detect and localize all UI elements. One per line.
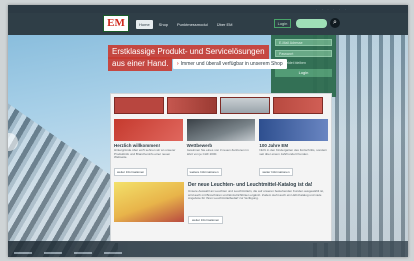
chevron-right-icon: › [177, 61, 179, 67]
catalog-image[interactable] [114, 182, 184, 222]
card-text: Nicht in den Kindergarten des Fortschrit… [259, 149, 328, 156]
catalog-description: Unsere Auswahl an Leuchten und Leuchtmit… [188, 190, 324, 201]
thumbnail[interactable] [220, 97, 270, 114]
card-more-button[interactable]: weiter Informationen [114, 168, 148, 176]
main-content: Herzlich willkommen! Hintergründe über e… [110, 93, 332, 243]
card-image[interactable] [114, 119, 183, 141]
card-more-button[interactable]: weiter Informationen [259, 168, 293, 176]
thumbnail[interactable] [273, 97, 323, 114]
browser-page: · · · · · · EM Home Shop Punktmessmodul … [8, 5, 408, 257]
password-field[interactable]: Passwort [275, 50, 332, 57]
search-icon[interactable]: ⌕ [330, 18, 340, 28]
hero-shop-button[interactable]: › Immer und überall verfügbar in unserem … [173, 59, 287, 69]
catalog-more-button[interactable]: weiter Informationen [188, 216, 224, 224]
card-more-button[interactable]: weitere Informationen [186, 168, 222, 176]
nav-ueber-em[interactable]: Über EM [214, 20, 236, 29]
footer-link[interactable] [104, 252, 122, 254]
top-utility-bar: · · · · · · [8, 5, 408, 13]
catalog-text-block: Der neue Leuchten- und Leuchtmittel-Kata… [188, 182, 328, 226]
login-submit-button[interactable]: Login [275, 69, 332, 77]
logo[interactable]: EM [103, 15, 129, 32]
card-title: Herzlich willkommen! [114, 143, 161, 148]
search-input[interactable] [296, 19, 327, 28]
card-title: 100 Jahre EM [259, 143, 289, 148]
news-card: Wettbewerb Gewinnen Sie eines von 3 neue… [186, 119, 256, 178]
catalog-title: Der neue Leuchten- und Leuchtmittel-Kata… [188, 182, 313, 188]
news-cards: Herzlich willkommen! Hintergründe über e… [114, 119, 329, 178]
footer-link[interactable] [74, 252, 92, 254]
email-field[interactable]: E-Mail Adresse [275, 39, 332, 46]
hero-title-line2: aus einer Hand. [108, 57, 173, 71]
background-building-left [8, 103, 118, 257]
product-thumbnails [114, 97, 328, 114]
hero-shop-label: Immer und überall verfügbar in unserem S… [180, 61, 283, 67]
footer-link[interactable] [44, 252, 62, 254]
thumbnail[interactable] [167, 97, 217, 114]
nav-home[interactable]: Home [136, 20, 153, 29]
news-card: 100 Jahre EM Nicht in den Kindergarten d… [259, 119, 329, 178]
card-text: Hintergründe über em5 sehnen wir an unse… [114, 149, 176, 159]
footer-strip [8, 241, 408, 257]
utility-links: · · · · · · [315, 7, 348, 11]
catalog-feature: Der neue Leuchten- und Leuchtmittel-Kata… [114, 182, 328, 226]
news-card: Herzlich willkommen! Hintergründe über e… [114, 119, 183, 178]
login-tab[interactable]: Login [274, 19, 291, 28]
nav-shop[interactable]: Shop [156, 20, 171, 29]
site-header: EM Home Shop Punktmessmodul Über EM Logi… [8, 13, 408, 35]
card-title: Wettbewerb [186, 143, 213, 148]
card-image[interactable] [259, 119, 329, 141]
main-nav: Home Shop Punktmessmodul Über EM [136, 20, 235, 29]
thumbnail[interactable] [114, 97, 164, 114]
card-image[interactable] [186, 119, 256, 141]
nav-punktmessmodul[interactable]: Punktmessmodul [174, 20, 211, 29]
footer-link[interactable] [14, 252, 32, 254]
card-text: Gewinnen Sie eines von 3 neuen Zeitzonen… [186, 149, 249, 156]
